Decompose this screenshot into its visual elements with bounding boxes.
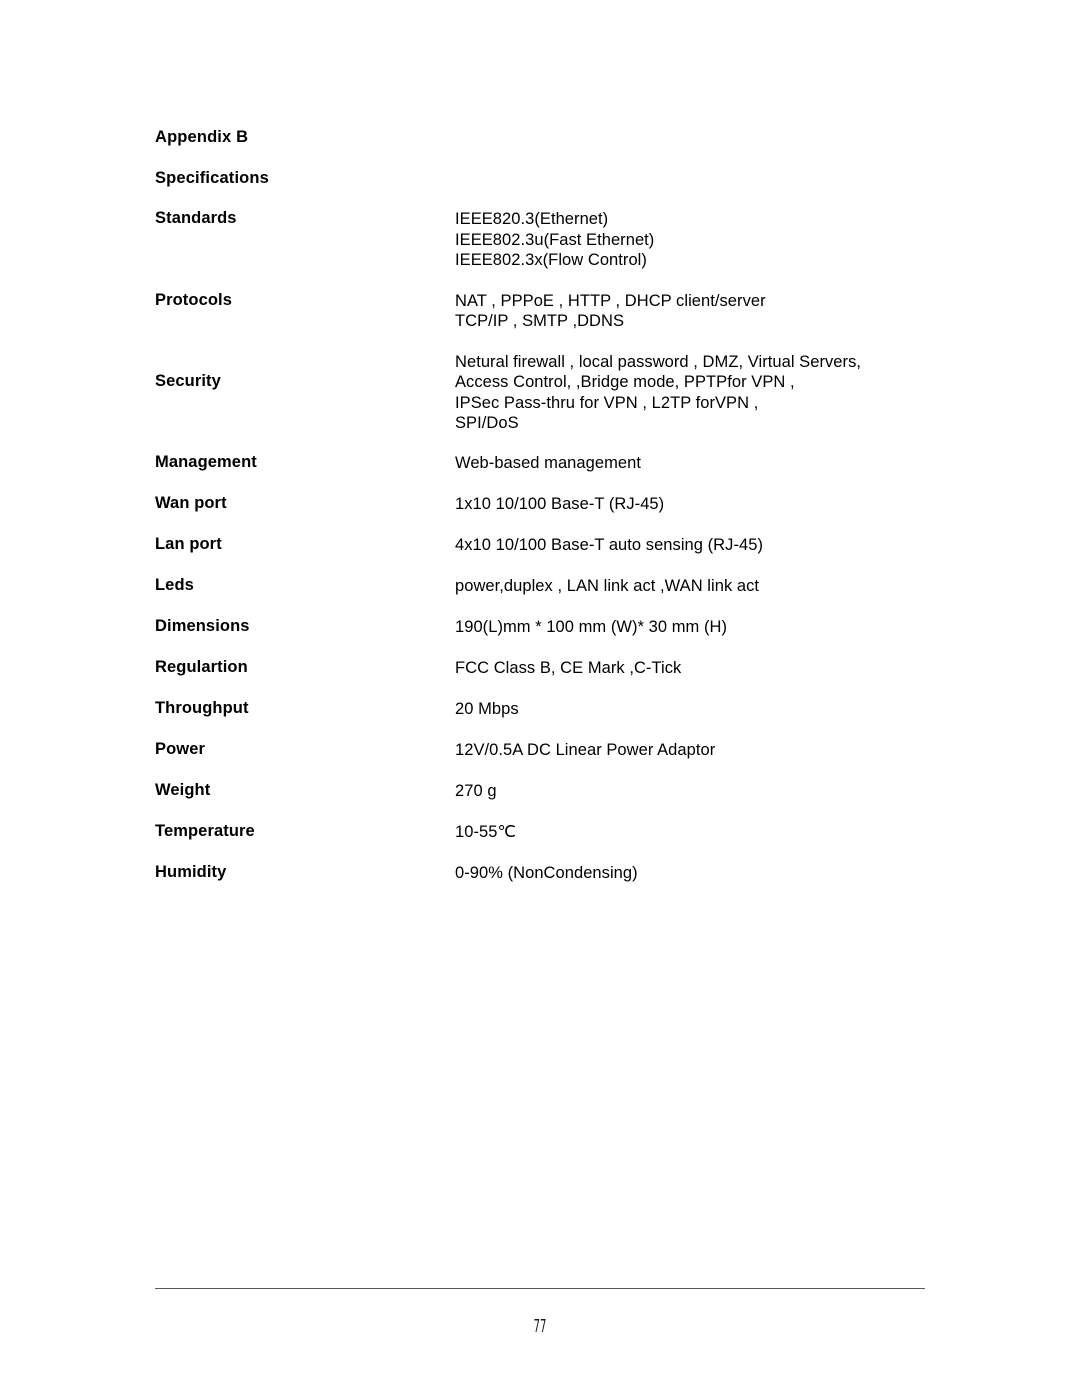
spec-value-security: Netural firewall , local password , DMZ,… bbox=[455, 352, 862, 433]
spec-label-lan-port: Lan port bbox=[155, 534, 222, 553]
spec-value-lan-port: 4x10 10/100 Base-T auto sensing (RJ-45) bbox=[455, 535, 763, 554]
page-number: 77 bbox=[533, 1316, 547, 1337]
spec-row: Power 12V/0.5A DC Linear Power Adaptor bbox=[155, 740, 945, 761]
spec-label-temperature: Temperature bbox=[155, 821, 255, 840]
spec-label-power: Power bbox=[155, 739, 206, 758]
spec-row: Management Web-based management bbox=[155, 453, 945, 474]
spec-row: Temperature 10-55℃ bbox=[155, 822, 945, 843]
spec-label-management: Management bbox=[155, 452, 257, 471]
appendix-title: Appendix B bbox=[155, 128, 249, 146]
spec-value-power: 12V/0.5A DC Linear Power Adaptor bbox=[455, 740, 716, 759]
spec-label-dimensions: Dimensions bbox=[155, 616, 250, 635]
spec-row: Dimensions 190(L)mm * 100 mm (W)* 30 mm (… bbox=[155, 617, 945, 638]
spec-row: Leds power,duplex , LAN link act ,WAN lin… bbox=[155, 576, 945, 597]
spec-row: Wan port 1x10 10/100 Base-T (RJ-45) bbox=[155, 494, 945, 515]
spec-label-standards: Standards bbox=[155, 209, 237, 227]
spec-value-dimensions: 190(L)mm * 100 mm (W)* 30 mm (H) bbox=[455, 617, 728, 636]
spec-row: Lan port 4x10 10/100 Base-T auto sensing … bbox=[155, 535, 945, 556]
spec-label-protocols: Protocols bbox=[155, 290, 232, 309]
specifications-section-title: Specifications bbox=[155, 169, 269, 187]
spec-row: Security Netural firewall , local passwor… bbox=[155, 352, 945, 434]
spec-label-regulartion: Regulartion bbox=[155, 657, 248, 676]
spec-value-standards: IEEE820.3(Ethernet) IEEE802.3u(Fast Ethe… bbox=[455, 210, 655, 269]
spec-row: Humidity 0-90% (NonCondensing) bbox=[155, 863, 945, 884]
spec-row: Protocols NAT , PPPoE , HTTP , DHCP clien… bbox=[155, 291, 945, 332]
spec-label-weight: Weight bbox=[155, 780, 211, 799]
spec-value-temperature: 10-55℃ bbox=[455, 822, 517, 841]
spec-label-leds: Leds bbox=[155, 575, 194, 594]
spec-label-security: Security bbox=[155, 372, 221, 390]
spec-value-weight: 270 g bbox=[455, 781, 497, 800]
spec-value-leds: power,duplex , LAN link act ,WAN link ac… bbox=[455, 576, 760, 595]
spec-value-wan-port: 1x10 10/100 Base-T (RJ-45) bbox=[455, 494, 665, 513]
spec-value-regulartion: FCC Class B, CE Mark ,C-Tick bbox=[455, 658, 682, 677]
spec-row: Standards IEEE820.3(Ethernet) IEEE802.3u(… bbox=[155, 209, 945, 271]
spec-value-protocols: NAT , PPPoE , HTTP , DHCP client/server … bbox=[455, 291, 766, 331]
footer-divider bbox=[155, 1288, 925, 1289]
spec-value-throughput: 20 Mbps bbox=[455, 699, 519, 718]
specifications-table: Standards IEEE820.3(Ethernet) IEEE802.3u(… bbox=[155, 209, 945, 883]
spec-row: Weight 270 g bbox=[155, 781, 945, 802]
spec-label-humidity: Humidity bbox=[155, 862, 227, 881]
spec-row: Throughput 20 Mbps bbox=[155, 699, 945, 720]
spec-label-throughput: Throughput bbox=[155, 698, 249, 717]
spec-value-management: Web-based management bbox=[455, 453, 641, 472]
document-page: Appendix B Specifications Standards IEEE8… bbox=[0, 0, 1080, 1397]
spec-row: Regulartion FCC Class B, CE Mark ,C-Tick bbox=[155, 658, 945, 679]
spec-label-wan-port: Wan port bbox=[155, 493, 227, 512]
spec-value-humidity: 0-90% (NonCondensing) bbox=[455, 863, 638, 882]
